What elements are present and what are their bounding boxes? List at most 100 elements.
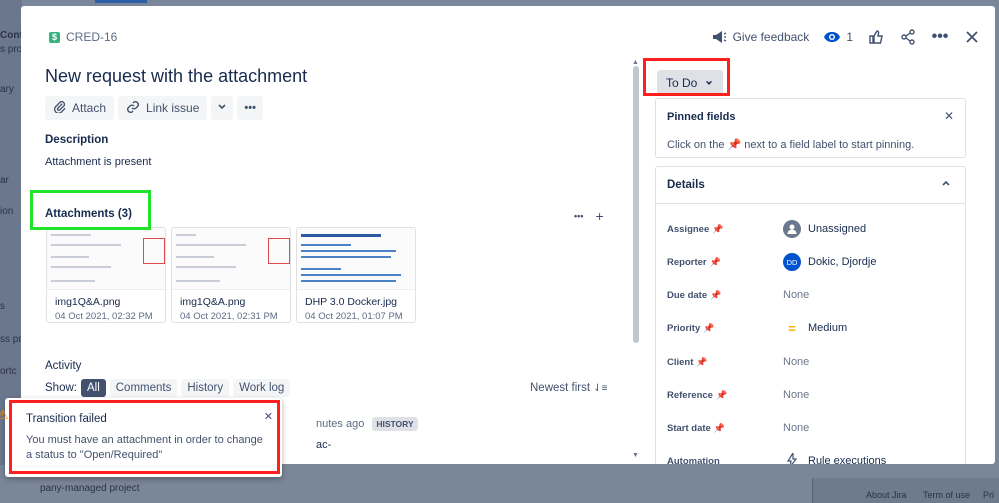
give-feedback-button[interactable]: Give feedback [710,28,810,46]
due-date-value[interactable]: None [783,289,809,301]
link-icon [126,100,140,117]
bg-fragment: Cont [0,30,23,41]
more-horizontal-icon: ••• [244,102,256,114]
give-feedback-label: Give feedback [732,30,810,44]
priority-medium-icon: = [788,320,796,336]
attachments-heading: Attachments (3) [45,208,132,220]
pin-icon[interactable]: 📌 [716,390,727,401]
link-issue-button[interactable]: Link issue [118,96,208,120]
history-badge: HISTORY [372,417,418,431]
megaphone-icon [710,28,728,46]
filter-comments[interactable]: Comments [109,379,178,397]
pin-icon[interactable]: 📌 [714,423,725,434]
paperclip-icon [53,100,66,116]
watch-button[interactable]: 1 [823,28,853,46]
lightning-icon [783,450,801,464]
attachments-tools: ••• + [574,208,604,224]
story-icon: $ [49,31,60,43]
pin-icon[interactable]: 📌 [710,290,721,301]
field-reporter: Reporter 📌 DD Dokic, Djordje [667,252,957,272]
scroll-down-icon[interactable]: ▼ [632,452,639,459]
history-text-fragment: ac- [316,439,332,451]
field-label: Reporter [667,256,707,268]
reference-value[interactable]: None [783,389,809,401]
attachment-date: 04 Oct 2021, 02:32 PM [55,311,153,322]
share-icon[interactable] [899,28,917,46]
eye-icon [823,28,841,46]
attachment-card[interactable]: img1Q&A.png 04 Oct 2021, 02:32 PM [46,227,166,323]
filter-all[interactable]: All [80,379,106,397]
scroll-up-icon[interactable]: ▲ [632,59,639,66]
avatar [783,220,801,238]
description-heading: Description [45,134,109,146]
footer-link-about[interactable]: About Jira [866,490,907,500]
status-dropdown[interactable]: To Do [657,70,723,96]
add-icon[interactable]: + [595,208,603,224]
more-horizontal-icon[interactable]: ••• [574,208,583,224]
pin-icon[interactable]: 📌 [696,357,707,368]
attachment-card[interactable]: img1Q&A.png 04 Oct 2021, 02:31 PM [171,227,291,323]
bg-fragment: ar [0,175,9,186]
field-client: Client 📌 None [667,352,957,372]
toast-message: You must have an attachment in order to … [26,434,263,461]
pin-icon[interactable]: 📌 [703,323,714,334]
priority-value[interactable]: = Medium [783,321,847,336]
bg-fragment: ion [0,206,14,217]
activity-heading: Activity [45,360,82,372]
field-label: Priority [667,322,701,334]
attachment-date: 04 Oct 2021, 02:31 PM [180,311,278,322]
transition-failed-toast: ⚠ Transition failed ✕ You must have an a… [0,398,282,477]
footer-link-terms[interactable]: Term of use [923,490,970,500]
details-panel: Details Assignee 📌 Unassigned Reporter 📌 D… [655,166,966,464]
attachment-preview [297,228,415,290]
start-date-value[interactable]: None [783,422,809,434]
filter-history[interactable]: History [181,379,230,397]
chevron-up-icon[interactable] [941,178,951,191]
background-active-tab-indicator [95,0,147,3]
assignee-value[interactable]: Unassigned [783,220,866,238]
automation-value[interactable]: Rule executions [783,450,886,464]
attachment-card[interactable]: DHP 3.0 Docker.jpg 04 Oct 2021, 01:07 PM [296,227,416,323]
link-issue-dropdown[interactable] [211,96,234,120]
more-options-icon[interactable]: ••• [931,28,949,46]
field-priority: Priority 📌 = Medium [667,318,957,338]
issue-key-breadcrumb[interactable]: $ CRED-16 [49,30,117,44]
bg-fragment: ortc [0,366,17,377]
thumbs-up-icon[interactable] [867,28,885,46]
reporter-value[interactable]: DD Dokic, Djordje [783,253,876,271]
scrollbar-thumb[interactable] [633,66,639,343]
history-time: nutes ago [316,418,365,430]
client-value[interactable]: None [783,356,809,368]
issue-modal: $ CRED-16 Give feedback 1 ••• New reques… [21,6,995,464]
issue-title[interactable]: New request with the attachment [45,66,307,87]
background-footer: About Jira Term of use Pri [812,478,999,503]
show-label: Show: [45,382,77,394]
warning-icon: ⚠ [0,407,9,422]
field-label: Client [667,356,694,368]
field-label: Assignee [667,223,710,235]
attachment-name: DHP 3.0 Docker.jpg [305,296,398,308]
field-due-date: Due date 📌 None [667,285,957,305]
attachment-preview [172,228,290,290]
activity-filters: Show: All Comments History Work log [45,379,291,397]
issue-toolbar: Attach Link issue ••• [45,96,263,120]
more-actions-button[interactable]: ••• [237,96,263,120]
attach-button[interactable]: Attach [45,96,115,120]
close-icon[interactable]: ✕ [264,410,273,423]
bg-fragment: ary [0,84,14,95]
description-text[interactable]: Attachment is present [45,156,151,168]
close-icon[interactable]: ✕ [944,109,954,123]
field-label: Automation [667,455,720,465]
field-assignee: Assignee 📌 Unassigned [667,219,957,239]
footer-link-privacy[interactable]: Pri [983,490,994,500]
pin-icon[interactable]: 📌 [710,257,721,268]
issue-key[interactable]: CRED-16 [66,30,117,44]
filter-work-log[interactable]: Work log [233,379,291,397]
pin-icon[interactable]: 📌 [712,224,723,235]
details-title: Details [667,179,705,191]
background-project-type: pany-managed project [40,483,140,494]
close-icon[interactable] [963,28,981,46]
sort-order-button[interactable]: Newest first ⇃≡ [530,382,608,394]
toast-title: Transition failed [26,413,107,425]
pinned-fields-title: Pinned fields [667,111,736,123]
